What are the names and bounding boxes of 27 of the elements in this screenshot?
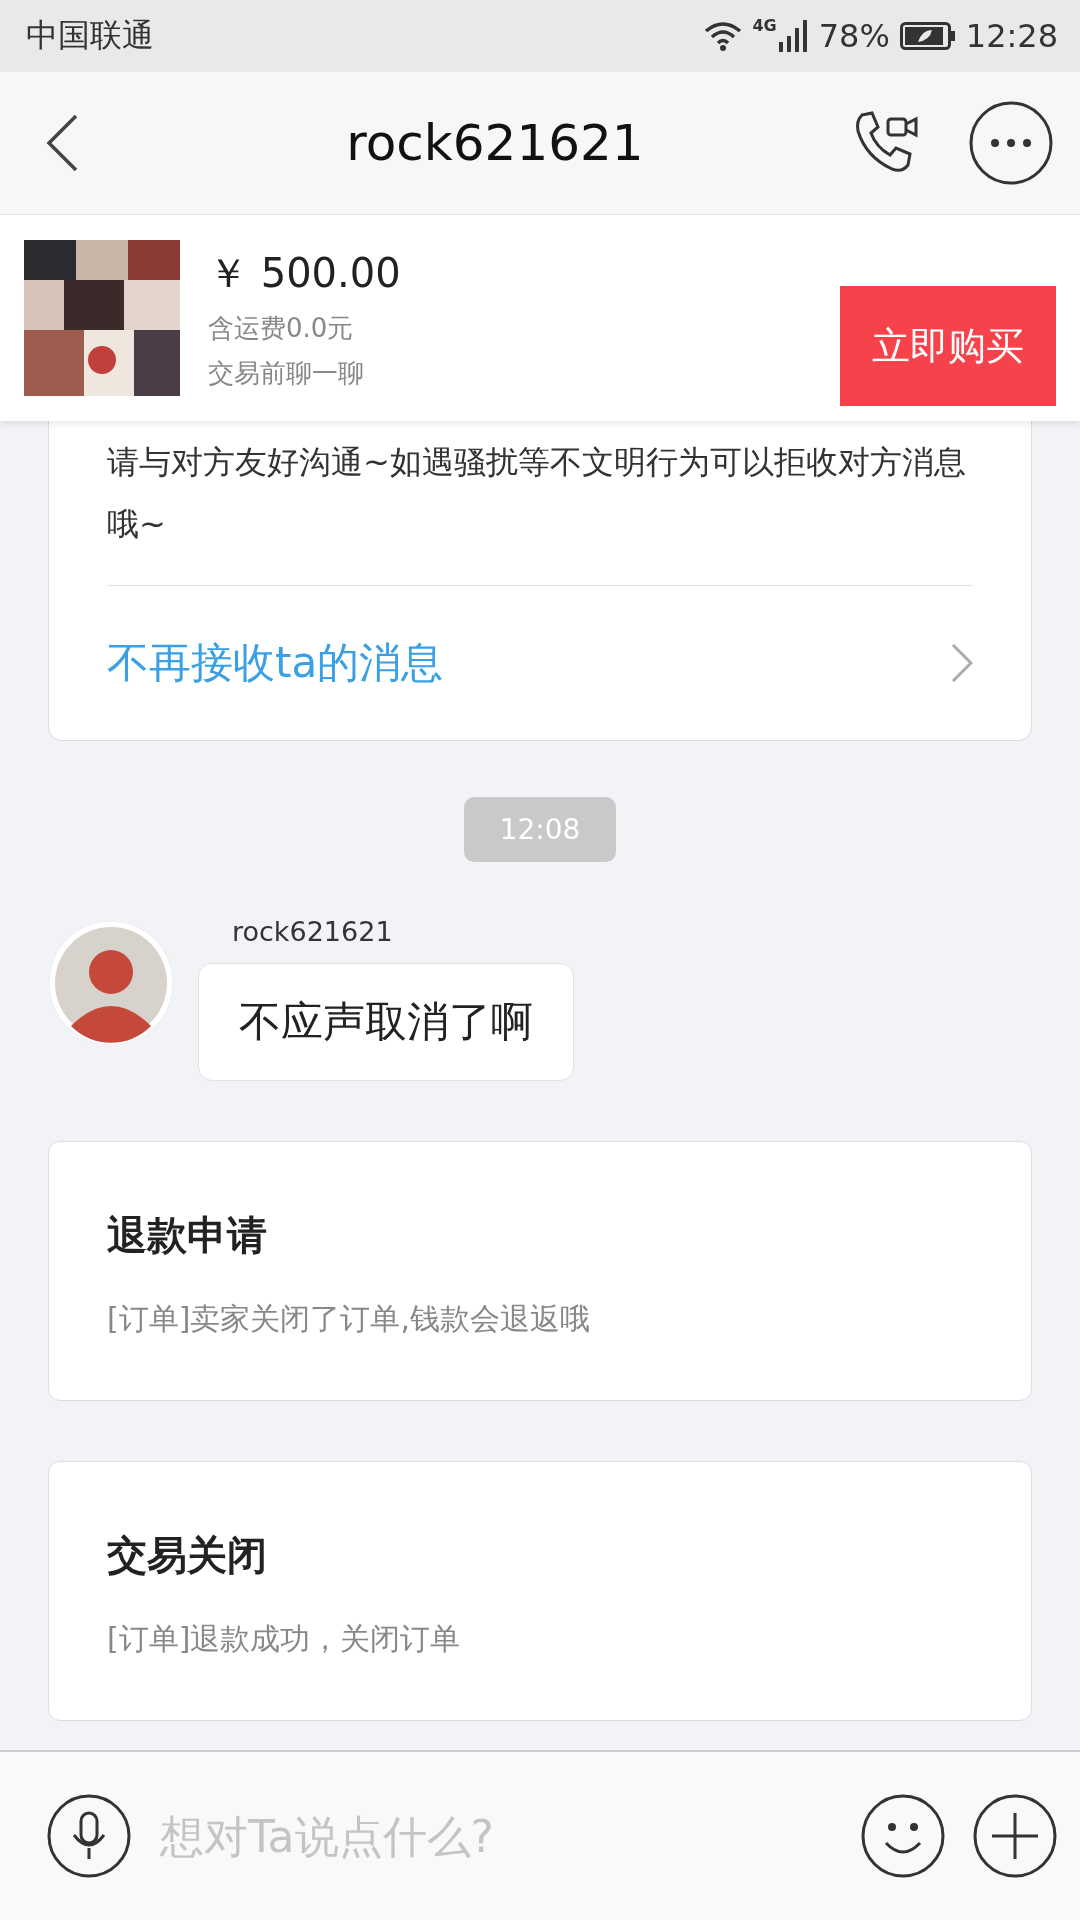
card-text: [订单]卖家关闭了订单,钱款会退返哦 xyxy=(107,1300,591,1338)
card-text: [订单]退款成功，关闭订单 xyxy=(107,1620,462,1658)
order-card[interactable]: 退款申请 [订单]卖家关闭了订单,钱款会退返哦 xyxy=(48,1141,1032,1401)
back-icon[interactable] xyxy=(46,114,78,172)
product-note: 交易前聊一聊 xyxy=(208,356,365,390)
network-type: 4G xyxy=(752,16,777,35)
buy-now-button[interactable]: 立即购买 xyxy=(840,286,1056,406)
sender-name: rock621621 xyxy=(232,916,394,947)
chevron-icon xyxy=(951,643,973,683)
card-title: 退款申请 xyxy=(107,1211,268,1260)
carrier: 中国联通 xyxy=(26,15,154,56)
order-card[interactable]: 交易关闭 [订单]退款成功，关闭订单 xyxy=(48,1461,1032,1721)
battery-icon xyxy=(899,22,956,50)
signal-icon xyxy=(778,20,809,52)
message-bubble: 不应声取消了啊 xyxy=(198,963,574,1081)
card-title: 交易关闭 xyxy=(107,1531,268,1580)
wifi-icon xyxy=(704,21,743,51)
shipping-fee: 含运费0.0元 xyxy=(208,311,355,345)
plus-icon[interactable] xyxy=(972,1793,1058,1879)
clock: 12:28 xyxy=(965,17,1058,55)
price: ￥ 500.00 xyxy=(208,248,402,298)
battery-percent: 78% xyxy=(818,17,890,55)
emoji-icon[interactable] xyxy=(860,1793,946,1879)
more-icon[interactable] xyxy=(968,100,1054,186)
chat-title: rock621621 xyxy=(345,114,645,172)
notice-text: 请与对方友好沟通~如遇骚扰等不文明行为可以拒收对方消息哦~ xyxy=(107,442,967,545)
microphone-icon[interactable] xyxy=(46,1793,132,1879)
